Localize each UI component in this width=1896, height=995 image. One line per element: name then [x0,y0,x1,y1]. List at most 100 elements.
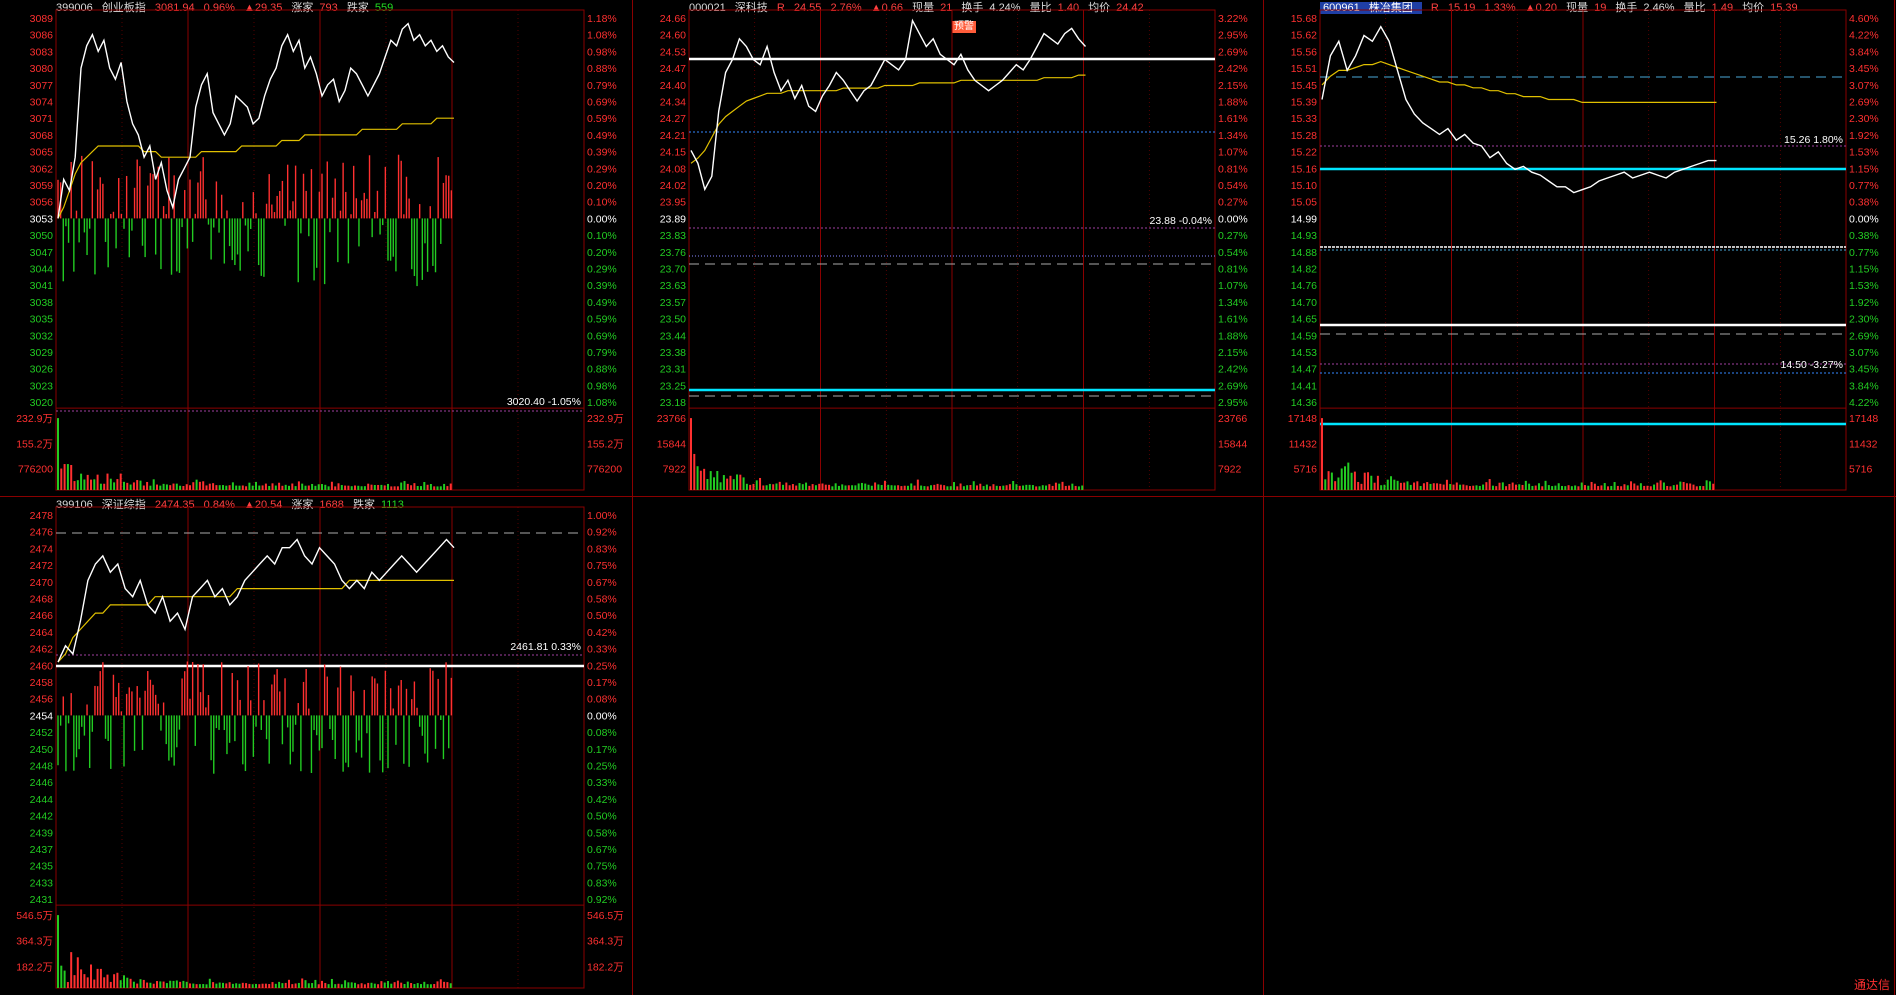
y-tick-label: 24.21 [660,130,686,142]
volume-tick-label: 23766 [657,413,686,425]
pct-tick-label: 0.25% [587,660,617,672]
y-tick-label: 15.33 [1291,113,1317,125]
pct-tick-label: 0.39% [587,280,617,292]
y-tick-label: 14.41 [1291,380,1317,392]
pct-tick-label: 2.69% [1849,330,1879,342]
divider-right-edge [1894,0,1895,995]
intraday-chart[interactable]: 3089 3086 3083 3080 3077 3074 3071 3068 3065 3062… [0,0,632,496]
y-tick-label: 24.02 [660,180,686,192]
volume-tick-label: 364.3万 [16,936,53,948]
pct-tick-label: 0.58% [587,827,617,839]
y-tick-label: 3035 [30,314,54,326]
app-logo: 通达信 [1853,978,1890,992]
price-annotation: 3020.40 -1.05% [507,396,581,408]
avg-price-line [57,117,454,219]
chart-panel-zyjt[interactable]: 600961 株冶集团 R 15.19 1.33% ▲0.20 现量 19 换手 2… [1264,0,1894,496]
chart-panel-skj[interactable]: 000021 深科技 R 24.55 2.76% ▲0.66 现量 21 换手 4.… [633,0,1263,496]
volume-tick-label: 155.2万 [587,438,624,450]
y-tick-label: 15.39 [1291,97,1317,109]
pct-tick-label: 0.08% [587,727,617,739]
y-tick-label: 3065 [30,147,54,159]
pct-tick-label: 2.42% [1218,364,1248,376]
pct-tick-label: 0.50% [587,610,617,622]
intraday-chart[interactable]: 15.68 15.62 15.56 15.51 15.45 15.39 15.33 15.28… [1264,0,1894,496]
pct-tick-label: 1.08% [587,397,617,409]
volume-tick-label: 364.3万 [587,936,624,948]
pct-tick-label: 1.07% [1218,147,1248,159]
pct-tick-label: 3.84% [1849,380,1879,392]
y-tick-label: 3050 [30,230,54,242]
pct-tick-label: 3.07% [1849,347,1879,359]
pct-tick-label: 1.15% [1849,264,1879,276]
price-line [57,22,455,219]
pct-tick-label: 1.34% [1218,130,1248,142]
pct-tick-label: 0.59% [587,314,617,326]
pct-tick-label: 0.75% [587,861,617,873]
pct-tick-label: 0.67% [587,577,617,589]
pct-tick-label: 1.92% [1849,130,1879,142]
pct-tick-label: 1.61% [1218,113,1248,125]
pct-tick-label: 0.33% [587,644,617,656]
y-tick-label: 2458 [30,677,54,689]
pct-tick-label: 0.00% [1849,213,1879,225]
pct-tick-label: 0.88% [587,364,617,376]
y-tick-label: 2444 [30,794,54,806]
volume-tick-label: 776200 [587,464,622,476]
pct-tick-label: 3.22% [1218,13,1248,25]
pct-tick-label: 0.29% [587,163,617,175]
volume-tick-label: 182.2万 [587,961,624,973]
price-line [57,538,455,663]
y-tick-label: 2448 [30,761,54,773]
y-tick-label: 23.70 [660,264,686,276]
y-tick-label: 3026 [30,364,54,376]
y-tick-label: 3044 [30,264,54,276]
y-tick-label: 23.83 [660,230,686,242]
y-tick-label: 3032 [30,330,54,342]
pct-tick-label: 1.08% [587,30,617,42]
intraday-chart[interactable]: 24.66 24.60 24.53 24.47 24.40 24.34 24.27 24.21… [633,0,1263,496]
pct-tick-label: 0.54% [1218,180,1248,192]
pct-tick-label: 1.34% [1218,297,1248,309]
y-tick-label: 2464 [30,627,54,639]
pct-tick-label: 2.69% [1218,46,1248,58]
volume-tick-label: 546.5万 [16,910,53,922]
intraday-chart[interactable]: 2478 2476 2474 2472 2470 2468 2466 2464 2462 2460… [0,497,632,994]
y-tick-label: 24.34 [660,97,686,109]
pct-tick-label: 0.38% [1849,230,1879,242]
y-tick-label: 14.99 [1291,213,1317,225]
y-tick-label: 3053 [30,213,54,225]
y-tick-label: 2460 [30,660,54,672]
volume-tick-label: 5716 [1294,464,1318,476]
pct-tick-label: 3.84% [1849,46,1879,58]
y-tick-label: 2478 [30,510,54,522]
pct-tick-label: 0.38% [1849,197,1879,209]
pct-tick-label: 4.60% [1849,13,1879,25]
volume-tick-label: 5716 [1849,464,1873,476]
y-tick-label: 2454 [30,710,54,722]
volume-tick-label: 232.9万 [16,413,53,425]
pct-tick-label: 1.53% [1849,147,1879,159]
y-tick-label: 23.18 [660,397,686,409]
y-tick-label: 14.59 [1291,330,1317,342]
y-tick-label: 2433 [30,877,54,889]
pct-tick-label: 0.83% [587,543,617,555]
y-tick-label: 3056 [30,197,54,209]
volume-tick-label: 182.2万 [16,961,53,973]
pct-tick-label: 0.00% [587,213,617,225]
chart-panel-szzz[interactable]: 399106 深证综指 2474.35 0.84% ▲20.54 涨家 1688 … [0,497,632,994]
y-tick-label: 24.40 [660,80,686,92]
y-tick-label: 3083 [30,46,54,58]
y-tick-label: 2437 [30,844,54,856]
pct-tick-label: 0.17% [587,744,617,756]
chart-panel-cyb[interactable]: 399006 创业板指 3081.94 0.96% ▲29.35 涨家 793 跌… [0,0,632,496]
y-tick-label: 3074 [30,97,54,109]
volume-tick-label: 17148 [1849,413,1878,425]
pct-tick-label: 1.18% [587,13,617,25]
pct-tick-label: 0.75% [587,560,617,572]
y-tick-label: 2456 [30,694,54,706]
y-tick-label: 3062 [30,163,54,175]
pct-tick-label: 0.92% [587,894,617,906]
pct-tick-label: 0.10% [587,230,617,242]
y-tick-label: 14.93 [1291,230,1317,242]
pct-tick-label: 0.08% [587,694,617,706]
